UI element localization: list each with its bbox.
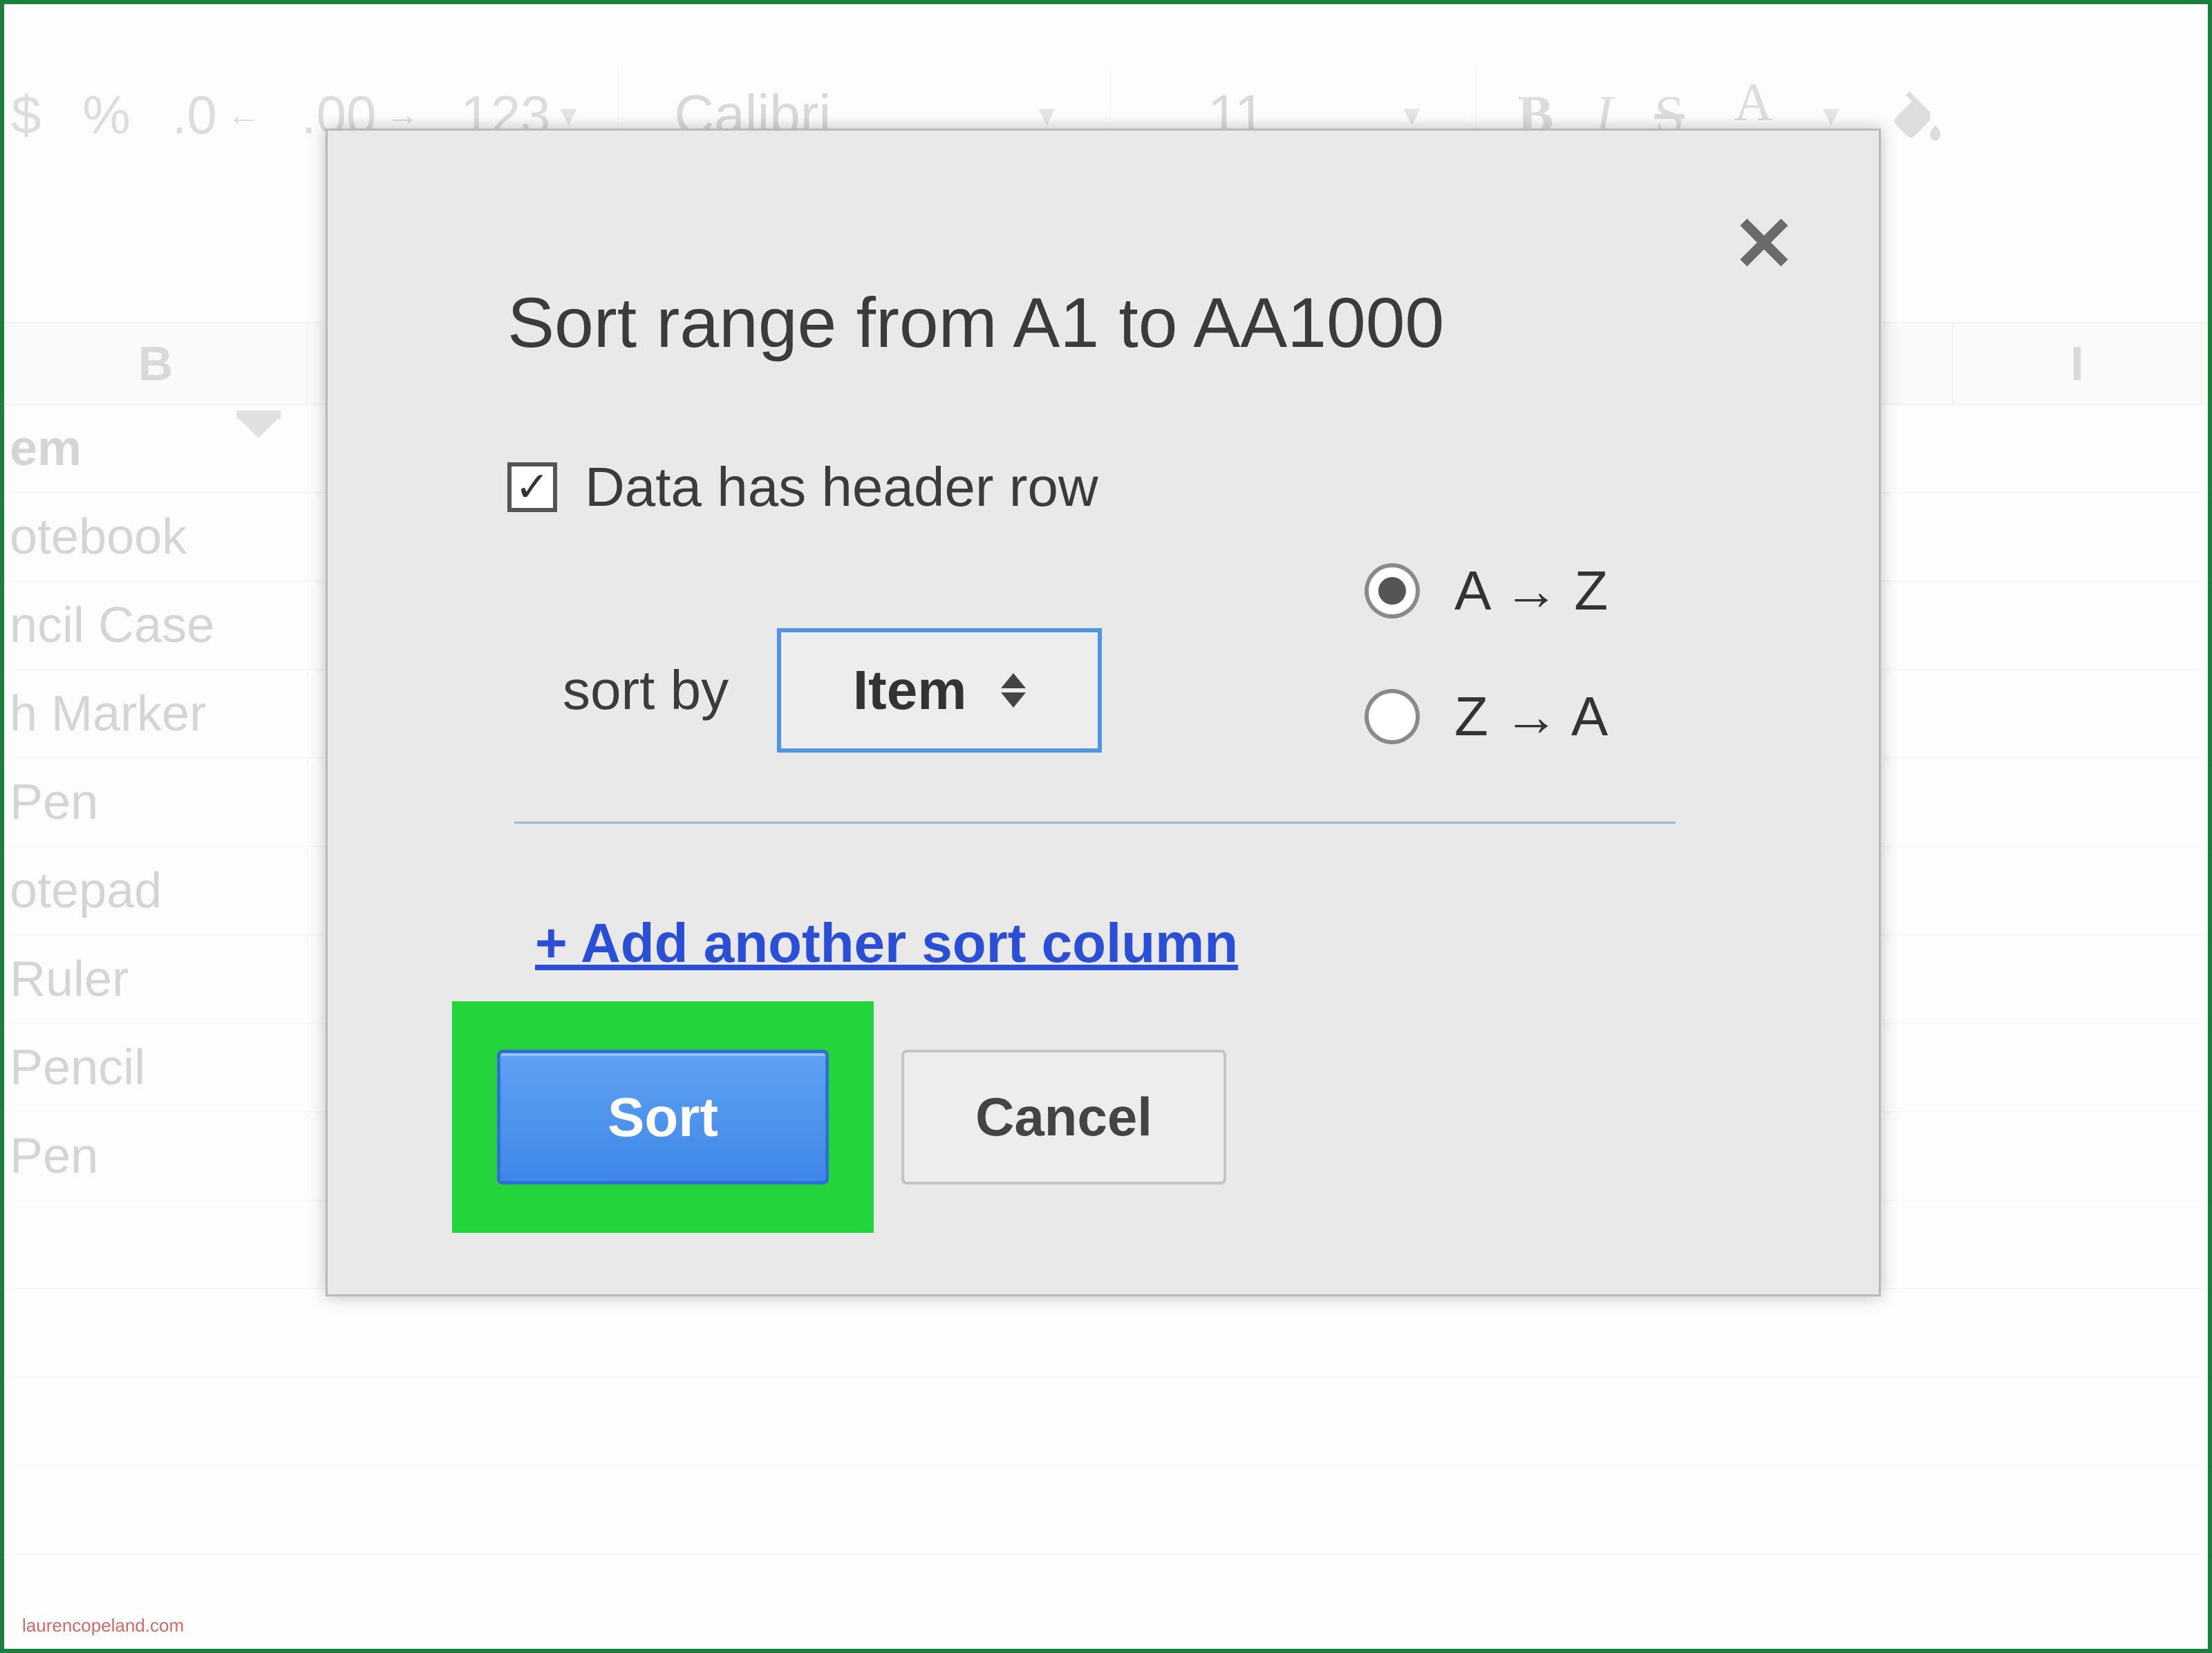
radio-ascending[interactable] [1365,563,1420,618]
tutorial-highlight: Sort [452,1001,874,1233]
radio-descending[interactable] [1365,689,1420,744]
stepper-icon [1001,673,1026,708]
radio-ascending-row: A → Z [1365,559,1608,623]
sort-button[interactable]: Sort [497,1050,829,1184]
add-sort-column-link[interactable]: + Add another sort column [535,911,1238,975]
radio-descending-row: Z → A [1365,685,1608,748]
divider [514,822,1676,824]
header-row-checkbox-label: Data has header row [585,455,1098,519]
sort-by-label: sort by [563,659,729,722]
sort-direction-radio-group: A → Z Z → A [1365,559,1608,748]
sort-by-row: sort by Item [563,628,1102,753]
radio-descending-label: Z → A [1454,685,1608,748]
close-button[interactable]: ✕ [1732,200,1796,288]
sort-by-value: Item [853,659,967,722]
radio-ascending-label: A → Z [1454,559,1608,623]
sort-range-dialog: ✕ Sort range from A1 to AA1000 ✓ Data ha… [326,129,1881,1296]
checkmark-icon: ✓ [515,463,550,511]
header-row-checkbox-row: ✓ Data has header row [507,455,1098,519]
watermark: laurencopeland.com [22,1615,184,1636]
dialog-title: Sort range from A1 to AA1000 [507,283,1444,363]
close-icon: ✕ [1732,202,1796,287]
sort-by-dropdown[interactable]: Item [777,628,1102,753]
header-row-checkbox[interactable]: ✓ [507,462,557,512]
cancel-button[interactable]: Cancel [901,1050,1226,1184]
